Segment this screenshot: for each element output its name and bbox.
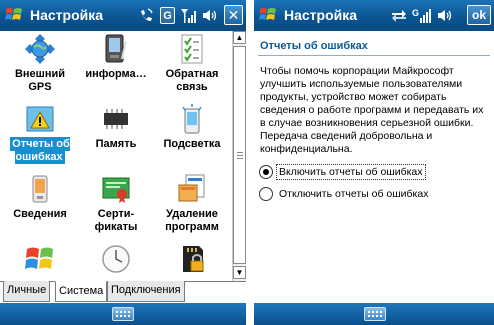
settings-item-label: Подсветка (163, 138, 221, 150)
settings-item-backlight[interactable]: Подсветка (154, 101, 230, 171)
radio-label[interactable]: Включить отчеты об ошибках (276, 164, 426, 180)
remove-programs-icon (178, 174, 205, 202)
signal-strength-icon[interactable]: G (412, 7, 432, 24)
screen-divider (246, 0, 254, 325)
tab-system[interactable]: Система (55, 281, 108, 302)
enable-error-reporting-option[interactable]: Включить отчеты об ошибках (259, 164, 491, 180)
radio-button-selected[interactable] (259, 165, 273, 179)
description-text: Чтобы помочь корпорации Майкрософт улучш… (260, 65, 484, 155)
scroll-up-button[interactable]: ▲ (233, 31, 246, 44)
svg-text:G: G (412, 8, 419, 18)
pda-info-icon (105, 34, 127, 63)
volume-icon[interactable] (436, 7, 453, 24)
windows-start-icon[interactable] (259, 6, 277, 24)
keyboard-icon[interactable] (364, 307, 386, 321)
settings-screen: Настройка G ✕ Внешний GPS информа… Обрат… (0, 0, 246, 325)
settings-item-about[interactable]: Сведения (2, 171, 78, 241)
title-bar: Настройка G ok (254, 0, 494, 31)
scroll-down-button[interactable]: ▼ (233, 266, 246, 279)
radio-button[interactable] (259, 187, 273, 201)
tab-connections[interactable]: Подключения (107, 281, 185, 302)
radio-label[interactable]: Отключить отчеты об ошибках (277, 187, 430, 201)
ok-button[interactable]: ok (467, 5, 491, 25)
settings-item-label: Удаление программ (165, 208, 219, 233)
device-info-icon (32, 175, 48, 203)
menu-bar (254, 303, 494, 325)
vertical-scrollbar[interactable]: ▲ ▼ (232, 31, 246, 281)
clock-icon (102, 245, 130, 273)
phone-signal-icon[interactable] (138, 7, 154, 24)
settings-item-label: Обратная связь (165, 68, 219, 93)
error-report-icon (26, 106, 54, 132)
settings-icon-grid: Внешний GPS информа… Обратная связь Отче… (0, 31, 232, 281)
settings-item-info[interactable]: информа… (78, 31, 154, 101)
keyboard-icon[interactable] (112, 307, 134, 321)
settings-item-memory[interactable]: Память (78, 101, 154, 171)
globe-gps-icon (25, 34, 55, 64)
heading-divider (258, 55, 490, 56)
memory-chip-icon (104, 109, 128, 129)
error-reporting-screen: Настройка G ok Отчеты об ошибках Чтобы п… (254, 0, 494, 325)
certificate-icon (102, 177, 130, 203)
settings-item-label: Память (95, 138, 137, 150)
windows-logo-icon (25, 247, 53, 269)
window-title: Настройка (284, 7, 358, 23)
settings-item-remove-programs[interactable]: Удаление программ (154, 171, 230, 241)
settings-item-label: Отчеты об ошибках (10, 137, 70, 164)
windows-start-icon[interactable] (5, 6, 23, 24)
checklist-feedback-icon (181, 34, 203, 64)
page-heading: Отчеты об ошибках (260, 40, 368, 52)
signal-strength-icon[interactable] (180, 7, 197, 24)
backlight-icon (182, 104, 202, 134)
settings-item-certificates[interactable]: Серти-фикаты (78, 171, 154, 241)
menu-bar (0, 303, 246, 325)
settings-item-label: информа… (85, 68, 147, 80)
window-title: Настройка (30, 7, 104, 23)
settings-item-encryption[interactable] (154, 241, 230, 281)
settings-item-clock[interactable] (78, 241, 154, 281)
settings-item-label: Внешний GPS (14, 68, 66, 93)
settings-item-regional[interactable] (2, 241, 78, 281)
sync-arrows-icon[interactable] (390, 7, 408, 24)
settings-item-feedback[interactable]: Обратная связь (154, 31, 230, 101)
disable-error-reporting-option[interactable]: Отключить отчеты об ошибках (259, 186, 491, 202)
title-bar: Настройка G ✕ (0, 0, 246, 31)
settings-item-label: Серти-фикаты (94, 208, 138, 233)
settings-tabs: Личные Система Подключения (0, 281, 246, 303)
settings-item-error-reporting[interactable]: Отчеты об ошибках (2, 101, 78, 171)
tab-personal[interactable]: Личные (3, 281, 51, 302)
gprs-indicator-icon[interactable]: G (160, 7, 175, 24)
sd-card-lock-icon (183, 246, 204, 272)
settings-item-label: Сведения (13, 208, 67, 220)
volume-icon[interactable] (201, 7, 218, 24)
close-button[interactable]: ✕ (224, 5, 243, 25)
scroll-thumb[interactable] (233, 46, 246, 264)
settings-item-gps[interactable]: Внешний GPS (2, 31, 78, 101)
